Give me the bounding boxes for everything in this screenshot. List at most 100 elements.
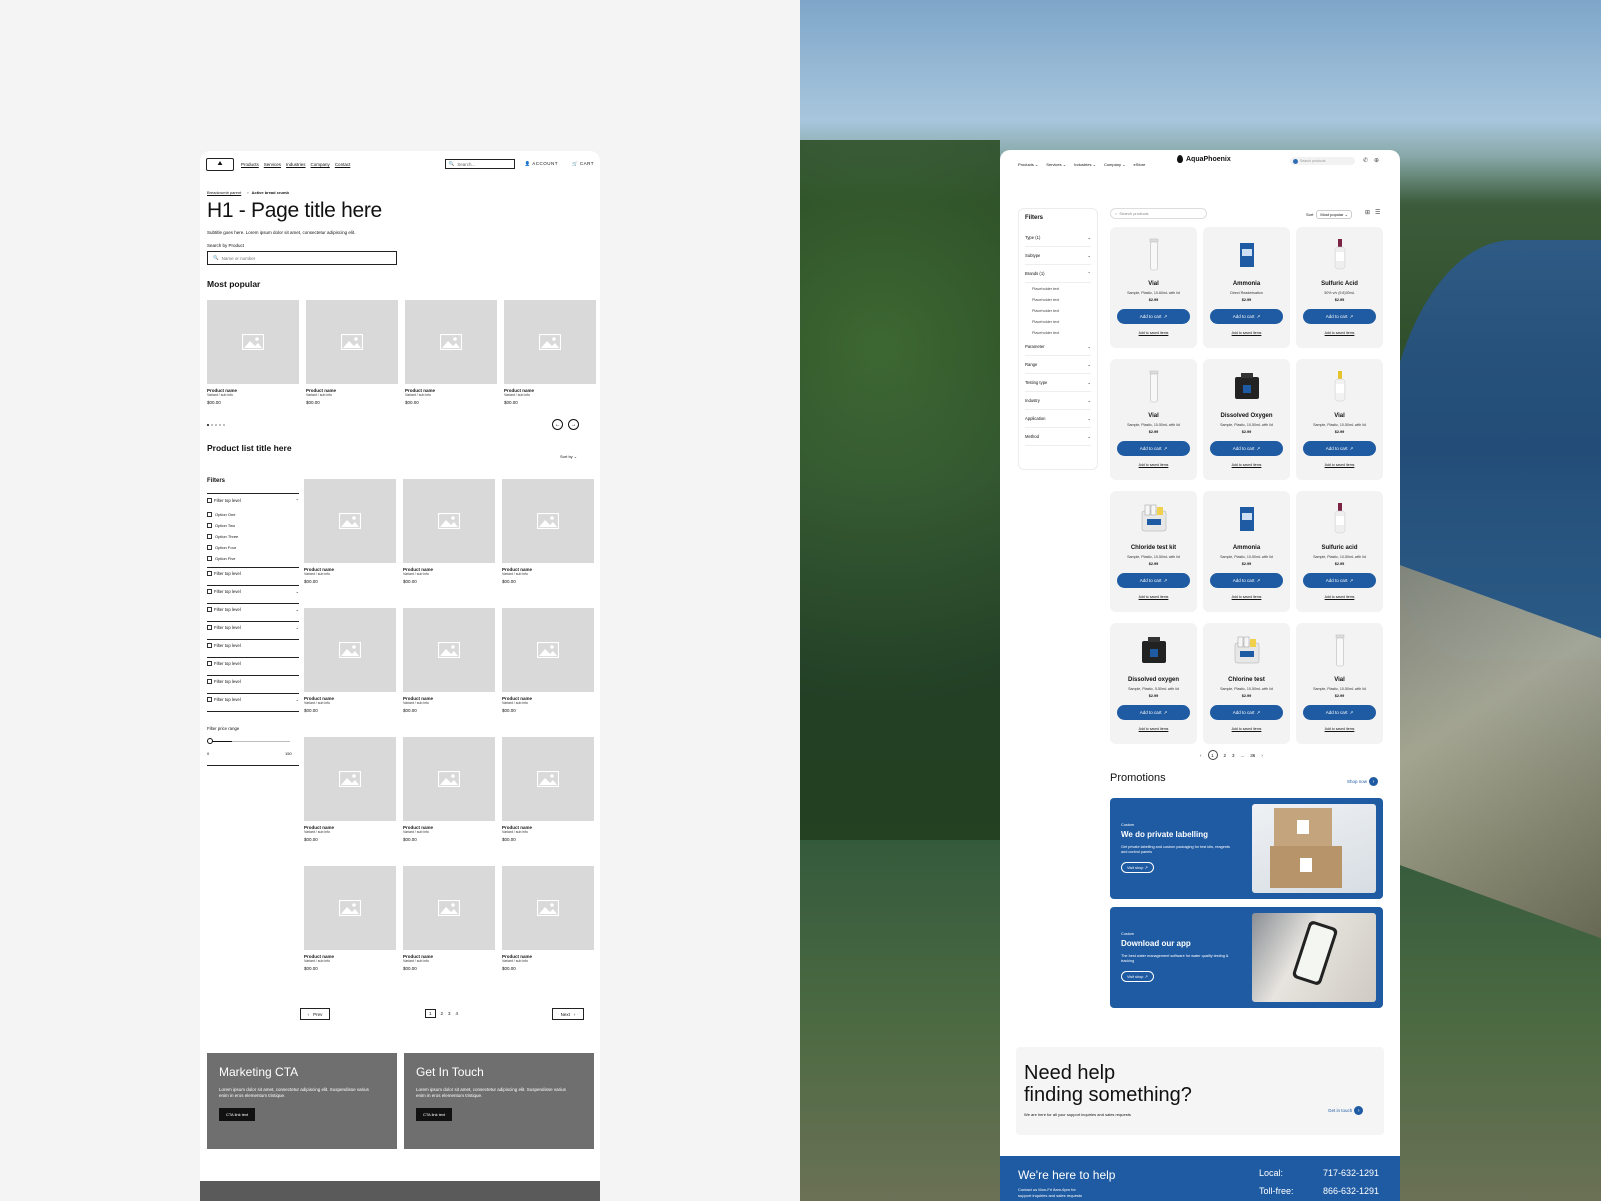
filter-option[interactable]: Option One <box>207 512 235 517</box>
product-card[interactable]: Product name Variant / sub info $00.00 <box>403 866 495 971</box>
add-to-saved-link[interactable]: Add to saved items <box>1110 463 1197 467</box>
prev-page-button[interactable]: ‹ Prev <box>300 1008 330 1020</box>
filter-accordion[interactable]: Brands (1) ⌃ <box>1025 265 1091 283</box>
page-4[interactable]: 4 <box>456 1011 459 1016</box>
filter-accordion[interactable]: Subtype ⌄ <box>1025 247 1091 265</box>
checkbox[interactable] <box>207 534 212 539</box>
chevron-left-icon[interactable]: ‹ <box>1200 753 1202 758</box>
checkbox[interactable] <box>207 512 212 517</box>
checkbox[interactable] <box>207 697 212 702</box>
sort-dropdown[interactable]: Most popular ⌄ <box>1316 210 1352 219</box>
price-range-handle[interactable] <box>207 738 213 744</box>
add-to-cart-button[interactable]: Add to cart ↗ <box>1117 441 1190 456</box>
list-view-icon[interactable]: ☰ <box>1375 209 1380 216</box>
brand-option[interactable]: Placeholder text <box>1025 305 1091 316</box>
get-in-touch-link[interactable]: Get in touch › <box>1328 1106 1364 1115</box>
add-to-cart-button[interactable]: Add to cart ↗ <box>1210 441 1283 456</box>
checkbox[interactable] <box>207 589 212 594</box>
product-card[interactable]: Product name Variant / sub info $00.00 <box>304 866 396 971</box>
add-to-cart-button[interactable]: Add to cart ↗ <box>1303 705 1376 720</box>
checkbox[interactable] <box>207 556 212 561</box>
product-card[interactable]: Product name Variant / sub info $00.00 <box>403 737 495 842</box>
visit-shop-button[interactable]: Visit shop ↗ <box>1121 861 1154 873</box>
next-page-button[interactable]: Next › <box>552 1008 584 1020</box>
carousel-prev-button[interactable]: ← <box>552 419 563 430</box>
product-card[interactable]: Product name Variant / sub info $00.00 <box>504 300 596 405</box>
nav-link-services[interactable]: Services ⌄ <box>1046 162 1066 167</box>
add-to-cart-button[interactable]: Add to cart ↗ <box>1303 441 1376 456</box>
nav-link-company[interactable]: Company ⌄ <box>1104 162 1126 167</box>
brand-option[interactable]: Placeholder text <box>1025 294 1091 305</box>
brand-option[interactable]: Placeholder text <box>1025 283 1091 294</box>
product-card[interactable]: Product name Variant / sub info $00.00 <box>306 300 398 405</box>
add-to-saved-link[interactable]: Add to saved items <box>1296 595 1383 599</box>
product-card[interactable]: Product name Variant / sub info $00.00 <box>403 479 495 584</box>
product-card[interactable]: Product name Variant / sub info $00.00 <box>502 737 594 842</box>
product-card[interactable]: Product name Variant / sub info $00.00 <box>403 608 495 713</box>
filter-option[interactable]: Option Five <box>207 556 235 561</box>
product-card[interactable]: Chloride test kit Sample, Plastic, 10-50m… <box>1110 491 1197 612</box>
filter-top-level[interactable]: Filter top level ⌄ <box>207 625 299 630</box>
checkbox[interactable] <box>207 661 212 666</box>
nav-link-services[interactable]: Services <box>264 162 281 167</box>
carousel-dots[interactable] <box>207 424 225 426</box>
filter-option[interactable]: Option Two <box>207 523 235 528</box>
product-card[interactable]: Product name Variant / sub info $00.00 <box>304 737 396 842</box>
carousel-next-button[interactable]: → <box>568 419 579 430</box>
product-search-input[interactable]: 🔍 Name or number <box>207 251 397 265</box>
shop-now-link[interactable]: Shop now › <box>1347 777 1379 786</box>
header-search-input[interactable]: Search products <box>1290 157 1355 165</box>
nav-link-products[interactable]: Products <box>241 162 259 167</box>
product-card[interactable]: Product name Variant / sub info $00.00 <box>304 608 396 713</box>
filter-option[interactable]: Option Four <box>207 545 236 550</box>
filter-accordion[interactable]: Industry ⌄ <box>1025 392 1091 410</box>
checkbox[interactable] <box>207 498 212 503</box>
filter-top-level[interactable]: Filter top level <box>207 643 299 648</box>
add-to-saved-link[interactable]: Add to saved items <box>1110 727 1197 731</box>
add-to-cart-button[interactable]: Add to cart ↗ <box>1210 705 1283 720</box>
filter-accordion[interactable]: Parameter ⌄ <box>1025 338 1091 356</box>
nav-link-industries[interactable]: Industries <box>286 162 306 167</box>
add-to-cart-button[interactable]: Add to cart ↗ <box>1117 705 1190 720</box>
nav-link-products[interactable]: Products ⌄ <box>1018 162 1038 167</box>
globe-icon[interactable]: ⊕ <box>1374 157 1379 164</box>
nav-search-input[interactable]: 🔍 Search... <box>444 159 515 169</box>
product-card[interactable]: Ammonia Direct Readerisation $2.99 Add to c… <box>1203 227 1290 348</box>
add-to-cart-button[interactable]: Add to cart ↗ <box>1117 573 1190 588</box>
add-to-saved-link[interactable]: Add to saved items <box>1110 331 1197 335</box>
add-to-cart-button[interactable]: Add to cart ↗ <box>1210 309 1283 324</box>
add-to-cart-button[interactable]: Add to cart ↗ <box>1303 309 1376 324</box>
product-card[interactable]: Dissolved Oxygen Sample, Plastic, 10-50mL… <box>1203 359 1290 480</box>
add-to-cart-button[interactable]: Add to cart ↗ <box>1303 573 1376 588</box>
product-card[interactable]: Vial Sample, Plastic, 10-50mL with lid $2.… <box>1296 623 1383 744</box>
phone-icon[interactable]: ✆ <box>1363 157 1368 164</box>
grid-view-icon[interactable]: ⊞ <box>1365 209 1370 216</box>
checkbox[interactable] <box>207 571 212 576</box>
page-2[interactable]: 2 <box>1224 753 1227 758</box>
product-card[interactable]: Dissolved oxygen Sample, Plastic, 5-50mL … <box>1110 623 1197 744</box>
page-1[interactable]: 1 <box>425 1009 436 1018</box>
cta-button[interactable]: CTA link text <box>416 1107 453 1121</box>
brand-option[interactable]: Placeholder text <box>1025 316 1091 327</box>
filter-accordion[interactable]: Method ⌄ <box>1025 428 1091 446</box>
brand-option[interactable]: Placeholder text <box>1025 327 1091 338</box>
page-36[interactable]: 36 <box>1250 753 1255 758</box>
add-to-cart-button[interactable]: Add to cart ↗ <box>1210 573 1283 588</box>
product-card[interactable]: Sulfuric acid Sample, Plastic, 10-50mL wi… <box>1296 491 1383 612</box>
add-to-saved-link[interactable]: Add to saved items <box>1110 595 1197 599</box>
product-card[interactable]: Product name Variant / sub info $00.00 <box>502 866 594 971</box>
add-to-saved-link[interactable]: Add to saved items <box>1203 463 1290 467</box>
nav-link-industries[interactable]: Industries ⌄ <box>1074 162 1096 167</box>
filter-top-level[interactable]: Filter top level ⌄ <box>207 589 299 594</box>
filter-top-level[interactable]: Filter top level <box>207 679 299 684</box>
product-card[interactable]: Vial Sample, Plastic, 10-50mL with lid $2.… <box>1110 359 1197 480</box>
nav-link-company[interactable]: Company <box>311 162 330 167</box>
product-card[interactable]: Vial Sample, Plastic, 10-50mL with lid $2.… <box>1296 359 1383 480</box>
checkbox[interactable] <box>207 545 212 550</box>
filter-top-level[interactable]: Filter top level ⌄ <box>207 607 299 612</box>
checkbox[interactable] <box>207 607 212 612</box>
filter-accordion[interactable]: Type (1) ⌄ <box>1025 229 1091 247</box>
product-card[interactable]: Product name Variant / sub info $00.00 <box>405 300 497 405</box>
add-to-saved-link[interactable]: Add to saved items <box>1203 727 1290 731</box>
product-card[interactable]: Product name Variant / sub info $00.00 <box>502 608 594 713</box>
